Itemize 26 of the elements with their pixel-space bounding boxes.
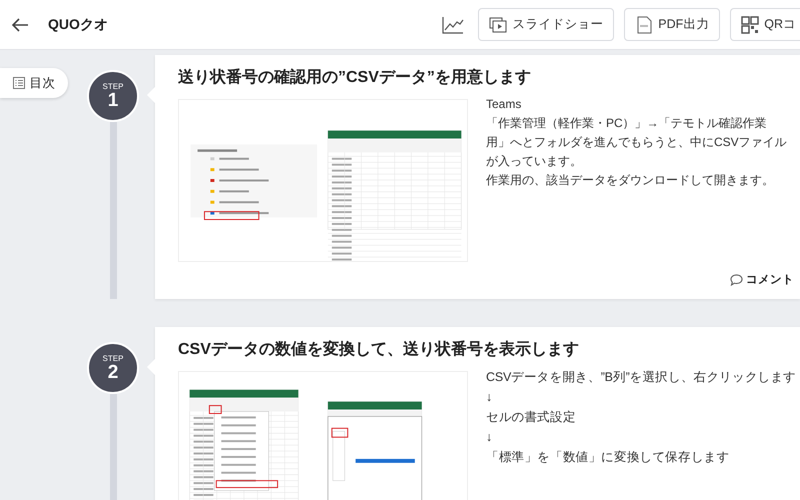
step-description: CSVデータを開き、”B列”を選択し、右クリックします bbox=[486, 369, 797, 386]
step-title: 送り状番号の確認用の”CSVデータ”を用意します bbox=[178, 67, 532, 88]
comment-button[interactable]: コメント bbox=[730, 272, 794, 287]
step-description: セルの書式設定 bbox=[486, 409, 577, 426]
step-number: 2 bbox=[108, 362, 118, 382]
step-description: Teams bbox=[486, 96, 522, 113]
slideshow-icon bbox=[489, 16, 508, 34]
line-chart-icon[interactable] bbox=[442, 16, 464, 34]
step-number: 1 bbox=[108, 90, 118, 110]
step-label: STEP bbox=[102, 354, 124, 362]
page-title: QUOクオ bbox=[48, 16, 108, 34]
speech-bubble-icon bbox=[730, 274, 743, 286]
step-title: CSVデータの数値を変換して、送り状番号を表示します bbox=[178, 339, 580, 360]
step-description: ↓ bbox=[486, 429, 494, 446]
step-description: 「標準」を「数値」に変換して保存します bbox=[486, 449, 730, 466]
list-icon bbox=[12, 77, 24, 89]
qr-code-icon bbox=[741, 16, 760, 34]
pdf-file-icon bbox=[635, 16, 654, 34]
step-description: 「作業管理（軽作業・PC）」→「テモトル確認作業用」へとフォルダを進んでもらうと、中にCSVファイルが入っています。 bbox=[486, 115, 788, 170]
qr-button[interactable]: QRコ bbox=[730, 8, 800, 41]
step-description: 作業用の、該当データをダウンロードして開きます。 bbox=[486, 172, 775, 189]
slideshow-button[interactable]: スライドショー bbox=[478, 8, 614, 41]
step-label: STEP bbox=[102, 82, 124, 90]
step-description: ↓ bbox=[486, 389, 494, 406]
pdf-button[interactable]: PDF出力 bbox=[624, 8, 720, 41]
table-of-contents-button[interactable]: 目次 bbox=[0, 68, 68, 98]
